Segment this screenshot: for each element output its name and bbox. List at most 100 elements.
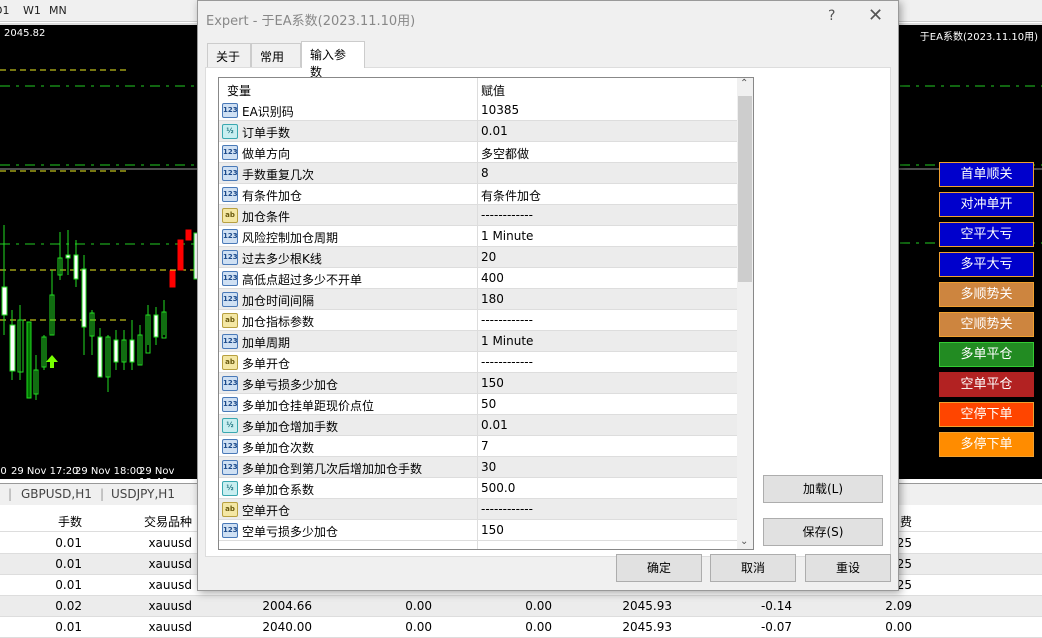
param-value[interactable]: 180	[481, 292, 504, 306]
param-row[interactable]: ab 多单开仓 ------------	[219, 352, 737, 373]
param-name: 多单加仓到第几次后增加加仓手数	[242, 462, 423, 476]
param-value[interactable]: 1 Minute	[481, 229, 533, 243]
param-value[interactable]: 多空都做	[481, 145, 529, 162]
param-value[interactable]: 0.01	[481, 418, 508, 432]
param-row[interactable]: 123 EA识别码 10385	[219, 100, 737, 121]
first-order-close-button[interactable]: 首单顺关	[939, 162, 1034, 187]
long-close-loss-button[interactable]: 多平大亏	[939, 252, 1034, 277]
tab-gbpusd[interactable]: GBPUSD,H1	[21, 487, 92, 501]
column-divider	[477, 78, 478, 549]
param-value[interactable]: 150	[481, 523, 504, 537]
param-value[interactable]: ------------	[481, 313, 533, 327]
help-button[interactable]: ?	[828, 8, 835, 24]
param-value[interactable]: 8	[481, 166, 489, 180]
param-value[interactable]: 0.01	[481, 124, 508, 138]
param-value[interactable]: 50	[481, 397, 496, 411]
param-value[interactable]: ------------	[481, 502, 533, 516]
param-row[interactable]: ½ 多单加仓增加手数 0.01	[219, 415, 737, 436]
param-row[interactable]: 123 有条件加仓 有条件加仓	[219, 184, 737, 205]
cancel-button[interactable]: 取消	[710, 554, 796, 582]
table-cell: 0.00	[405, 620, 432, 634]
buy-arrow-icon	[46, 355, 58, 368]
table-cell: 2040.00	[262, 620, 312, 634]
param-value[interactable]: ------------	[481, 208, 533, 222]
param-value[interactable]: 500.0	[481, 481, 515, 495]
stop-long-button[interactable]: 多停下单	[939, 432, 1034, 457]
tab-common[interactable]: 常用	[251, 43, 301, 67]
param-row[interactable]: 123 加仓时间间隔 180	[219, 289, 737, 310]
param-name: 做单方向	[242, 147, 291, 161]
double-type-icon: ½	[222, 481, 238, 496]
scrollbar[interactable]: ⌃ ⌄	[737, 78, 753, 549]
col-symbol[interactable]: 交易品种	[144, 513, 192, 530]
param-row[interactable]: 123 加单周期 1 Minute	[219, 331, 737, 352]
table-cell: xauusd	[148, 620, 192, 634]
list-header: 变量 赋值	[219, 78, 737, 100]
param-name: EA识别码	[242, 105, 294, 119]
short-trend-close-button[interactable]: 空顺势关	[939, 312, 1034, 337]
param-row[interactable]: 123 风险控制加仓周期 1 Minute	[219, 226, 737, 247]
param-name: 多单亏损多少加仓	[242, 378, 339, 392]
param-value[interactable]: 400	[481, 271, 504, 285]
reset-button[interactable]: 重设	[805, 554, 891, 582]
table-cell: 2.09	[885, 599, 912, 613]
close-short-button[interactable]: 空单平仓	[939, 372, 1034, 397]
tab-usdjpy[interactable]: USDJPY,H1	[111, 487, 175, 501]
param-row[interactable]: ab 加仓指标参数 ------------	[219, 310, 737, 331]
param-value[interactable]: ------------	[481, 355, 533, 369]
header-value[interactable]: 赋值	[481, 82, 505, 99]
param-row[interactable]: 123 高低点超过多少不开单 400	[219, 268, 737, 289]
integer-type-icon: 123	[222, 397, 238, 412]
param-row[interactable]: ab 空单开仓 ------------	[219, 499, 737, 520]
timeframe-mn[interactable]: MN	[49, 4, 67, 17]
param-row[interactable]: 123 空单亏损多少加仓 150	[219, 520, 737, 541]
close-button[interactable]: ✕	[868, 5, 883, 26]
param-value[interactable]: 20	[481, 250, 496, 264]
param-value[interactable]: 10385	[481, 103, 519, 117]
param-value[interactable]: 30	[481, 460, 496, 474]
param-row[interactable]: ab 加仓条件 ------------	[219, 205, 737, 226]
table-cell: 0.00	[885, 620, 912, 634]
table-cell: -0.07	[760, 620, 792, 634]
param-row[interactable]: 123 过去多少根K线 20	[219, 247, 737, 268]
param-row[interactable]: 123 手数重复几次 8	[219, 163, 737, 184]
timeframe-w1[interactable]: W1	[23, 4, 41, 17]
param-row[interactable]: ½ 多单加仓系数 500.0	[219, 478, 737, 499]
param-value[interactable]: 1 Minute	[481, 334, 533, 348]
load-button[interactable]: 加载(L)	[763, 475, 883, 503]
param-row[interactable]: 123 做单方向 多空都做	[219, 142, 737, 163]
dialog-title: Expert - 于EA系数(2023.11.10用)	[206, 14, 416, 29]
tab-inputs[interactable]: 输入参数	[301, 41, 365, 79]
col-lots[interactable]: 手数	[58, 513, 82, 530]
timeframe-d1[interactable]: D1	[0, 4, 9, 17]
table-cell: 25	[896, 536, 912, 550]
save-button[interactable]: 保存(S)	[763, 518, 883, 546]
scroll-down-icon[interactable]: ⌄	[740, 536, 748, 547]
param-value[interactable]: 150	[481, 376, 504, 390]
scroll-up-icon[interactable]: ⌃	[740, 78, 748, 89]
header-variable[interactable]: 变量	[227, 82, 251, 99]
param-row[interactable]: ½ 订单手数 0.01	[219, 121, 737, 142]
parameters-list[interactable]: 变量 赋值 123 EA识别码 10385 ½ 订单手数 0.01 123 做单方向 多空都做 1…	[218, 77, 754, 550]
col-fee[interactable]: 费	[900, 513, 912, 530]
scrollbar-thumb[interactable]	[738, 96, 752, 282]
param-value[interactable]: 7	[481, 439, 489, 453]
tab-about[interactable]: 关于	[207, 43, 251, 67]
string-type-icon: ab	[222, 355, 238, 370]
close-long-button[interactable]: 多单平仓	[939, 342, 1034, 367]
integer-type-icon: 123	[222, 376, 238, 391]
param-row[interactable]: 123 多单加仓到第几次后增加加仓手数 30	[219, 457, 737, 478]
stop-short-button[interactable]: 空停下单	[939, 402, 1034, 427]
ok-button[interactable]: 确定	[616, 554, 702, 582]
integer-type-icon: 123	[222, 229, 238, 244]
table-row[interactable]: 0.02 xauusd 2004.66 0.00 0.00 2045.93 -0.14 2.0…	[0, 596, 1042, 617]
param-row[interactable]: 123 多单加仓挂单距现价点位 50	[219, 394, 737, 415]
long-trend-close-button[interactable]: 多顺势关	[939, 282, 1034, 307]
hedge-open-button[interactable]: 对冲单开	[939, 192, 1034, 217]
param-row[interactable]: 123 多单亏损多少加仓 150	[219, 373, 737, 394]
table-row[interactable]: 0.01 xauusd 2040.00 0.00 0.00 2045.93 -0.07 0.0…	[0, 617, 1042, 638]
param-row[interactable]: 123 多单加仓次数 7	[219, 436, 737, 457]
short-close-loss-button[interactable]: 空平大亏	[939, 222, 1034, 247]
param-value[interactable]: 有条件加仓	[481, 187, 541, 204]
param-name: 多单加仓挂单距现价点位	[242, 399, 375, 413]
